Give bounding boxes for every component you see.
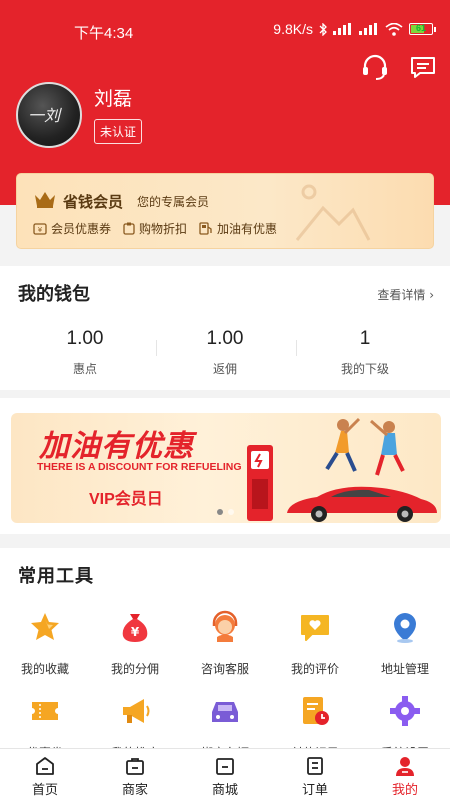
decorative-mountain-icon (295, 184, 371, 241)
wallet-detail-link[interactable]: 查看详情 › (377, 286, 434, 303)
tab-label: 我的 (391, 783, 418, 798)
banner-pagination (217, 509, 234, 515)
wallet-stat-label: 惠点 (72, 362, 97, 376)
car-icon (212, 702, 238, 722)
headset-icon[interactable] (360, 52, 390, 82)
tab-orders[interactable]: 订单 (270, 749, 360, 800)
wallet-section: 我的钱包 查看详情 › 1.00 惠点 1.00 返佣 1 我的下级 (0, 266, 450, 390)
fuel-pump-icon (247, 445, 273, 521)
home-icon (36, 757, 54, 775)
location-pin-icon (394, 613, 416, 643)
banner-title: 加油有优惠 (39, 429, 194, 464)
vip-subtitle: 您的专属会员 (137, 195, 210, 209)
wallet-stat-value: 1 (359, 328, 371, 349)
review-icon (301, 615, 329, 641)
tab-home[interactable]: 首页 (0, 749, 90, 800)
promo-banner[interactable]: 加油有优惠 THERE IS A DISCOUNT FOR REFUELING … (11, 413, 441, 523)
tool-favorites[interactable]: 我的收藏 (0, 610, 90, 677)
svg-text:¥: ¥ (131, 625, 140, 639)
vip-benefit-discount: 购物折扣 (123, 220, 187, 237)
tool-address[interactable]: 地址管理 (360, 610, 450, 677)
discount-icon (123, 222, 135, 235)
ticket-icon (32, 702, 58, 720)
vip-membership-card[interactable]: 省钱会员 您的专属会员 ¥ 会员优惠券 购物折扣 加油有优惠 (16, 173, 434, 249)
tab-profile[interactable]: 我的 (360, 749, 450, 800)
verification-status-badge[interactable]: 未认证 (94, 119, 143, 144)
status-bar: 下午4:34 9.8K/s 61 (0, 0, 450, 42)
tool-customer-service[interactable]: 咨询客服 (180, 610, 270, 677)
wallet-stat-commission[interactable]: 1.00 返佣 (150, 328, 300, 377)
wifi-icon (385, 22, 403, 36)
coupon-icon: ¥ (33, 222, 47, 235)
customer-service-icon (212, 610, 238, 642)
signal-icon (333, 23, 351, 35)
tab-label: 订单 (301, 783, 328, 798)
tab-label: 商家 (121, 783, 148, 798)
wallet-stat-subordinates[interactable]: 1 我的下级 (290, 328, 440, 377)
vip-benefit-coupon: ¥ 会员优惠券 (33, 220, 111, 237)
tool-commission[interactable]: ¥ 我的分佣 (90, 610, 180, 677)
bluetooth-icon (319, 22, 327, 36)
signal-hd-icon (359, 23, 377, 35)
payment-record-icon (303, 697, 329, 725)
wallet-title: 我的钱包 (18, 284, 90, 305)
banner-vip-text: VIP会员日 (89, 491, 163, 508)
banner-dot[interactable] (217, 509, 223, 515)
settings-gear-icon (390, 696, 420, 726)
megaphone-icon (123, 699, 150, 723)
tools-title: 常用工具 (18, 566, 94, 587)
mall-icon (216, 758, 234, 775)
wallet-stat-points[interactable]: 1.00 惠点 (10, 328, 160, 377)
tools-section: 常用工具 我的收藏 ¥ 我的分佣 咨询客服 我的评价 地址管理 优惠券 我的推广… (0, 548, 450, 760)
bottom-tab-bar: 首页 商家 商城 订单 我的 (0, 748, 450, 800)
crown-icon (35, 192, 55, 208)
tab-mall[interactable]: 商城 (180, 749, 270, 800)
wallet-stat-label: 返佣 (212, 362, 237, 376)
jumping-people-illustration (325, 417, 405, 476)
red-car-illustration (287, 486, 437, 522)
vip-title: 省钱会员 (63, 193, 124, 211)
wallet-stat-label: 我的下级 (340, 362, 389, 376)
status-icons: 9.8K/s 61 (273, 21, 436, 37)
profile-icon (396, 757, 414, 776)
banner-dot[interactable] (228, 509, 234, 515)
tab-merchant[interactable]: 商家 (90, 749, 180, 800)
tab-label: 首页 (31, 783, 58, 798)
banner-section: 加油有优惠 THERE IS A DISCOUNT FOR REFUELING … (0, 398, 450, 534)
money-bag-icon: ¥ (122, 614, 148, 642)
battery-icon: 61 (409, 23, 436, 35)
avatar[interactable]: 一刘 (16, 82, 82, 148)
vip-benefit-fuel: 加油有优惠 (199, 220, 277, 237)
status-time: 下午4:34 (74, 25, 134, 42)
merchant-icon (126, 758, 144, 775)
wallet-stat-value: 1.00 (206, 328, 244, 349)
avatar-text: 一刘 (28, 106, 61, 125)
chevron-right-icon: › (429, 288, 434, 302)
vip-benefits: ¥ 会员优惠券 购物折扣 加油有优惠 (33, 220, 277, 237)
star-icon (31, 613, 59, 640)
tool-reviews[interactable]: 我的评价 (270, 610, 360, 677)
message-icon[interactable] (408, 52, 438, 82)
order-icon (307, 757, 323, 775)
network-speed: 9.8K/s (273, 21, 313, 37)
fuel-icon (199, 222, 212, 235)
svg-text:¥: ¥ (38, 226, 43, 234)
user-name: 刘磊 (94, 88, 133, 110)
tab-label: 商城 (211, 783, 238, 798)
banner-subtitle: THERE IS A DISCOUNT FOR REFUELING (37, 461, 242, 473)
wallet-stat-value: 1.00 (66, 328, 104, 349)
